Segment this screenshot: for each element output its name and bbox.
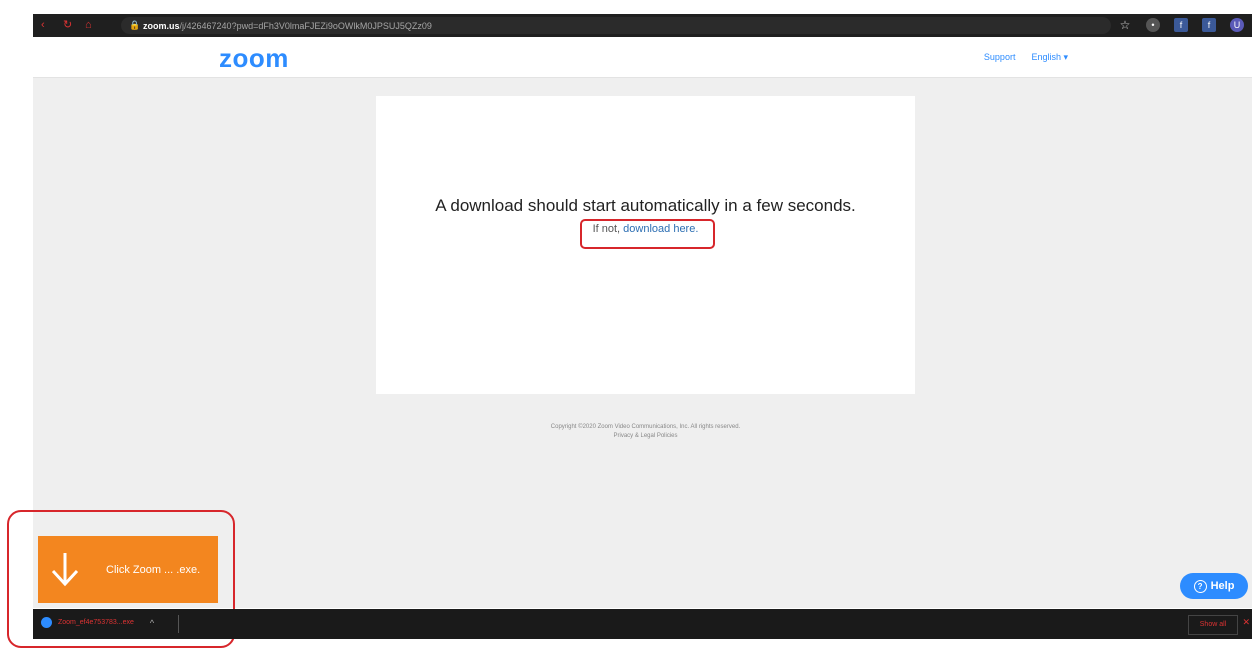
chevron-up-icon[interactable]: ^	[150, 618, 154, 628]
browser-nav: ‹ ↻ ⌂	[41, 19, 97, 31]
url-path: /j/426467240?pwd=dFh3V0lmaFJEZi9oOWlkM0J…	[179, 20, 432, 31]
download-message: A download should start automatically in…	[435, 196, 856, 215]
zoom-logo[interactable]: zoom	[219, 43, 289, 74]
privacy-link[interactable]: Privacy & Legal Policies	[376, 432, 915, 441]
question-icon: ?	[1193, 579, 1207, 593]
extension-icon[interactable]: •	[1146, 18, 1160, 32]
divider	[178, 615, 179, 633]
site-header: zoom Support English ▾	[33, 37, 1252, 78]
language-dropdown[interactable]: English ▾	[1031, 52, 1068, 63]
reload-icon[interactable]: ↻	[63, 19, 75, 31]
profile-avatar-icon[interactable]: U	[1230, 18, 1244, 32]
browser-toolbar: ‹ ↻ ⌂ 🔒 zoom.us /j/426467240?pwd=dFh3V0l…	[33, 14, 1252, 37]
copyright-text: Copyright ©2020 Zoom Video Communication…	[550, 424, 741, 430]
download-filename: Zoom_ef4e753783...exe	[58, 619, 134, 626]
facebook-icon[interactable]: f	[1174, 18, 1188, 32]
page-footer: Copyright ©2020 Zoom Video Communication…	[376, 423, 915, 441]
bookmark-star-icon[interactable]: ☆	[1118, 18, 1132, 32]
download-link-highlight	[580, 219, 715, 249]
download-shelf: Zoom_ef4e753783...exe ^ Show all ✕	[33, 609, 1252, 639]
url-host: zoom.us	[143, 20, 180, 31]
download-item[interactable]: Zoom_ef4e753783...exe ^	[41, 617, 154, 628]
extension-icons: ☆ • f f U	[1118, 18, 1244, 32]
zoom-file-icon	[41, 617, 52, 628]
help-button[interactable]: ? Help	[1180, 573, 1248, 599]
help-label: Help	[1210, 580, 1235, 592]
address-bar[interactable]: 🔒 zoom.us /j/426467240?pwd=dFh3V0lmaFJEZ…	[121, 17, 1111, 34]
header-links: Support English ▾	[984, 52, 1068, 63]
home-icon[interactable]: ⌂	[85, 19, 97, 31]
close-icon[interactable]: ✕	[1242, 617, 1250, 628]
back-icon[interactable]: ‹	[41, 19, 53, 31]
facebook-icon-2[interactable]: f	[1202, 18, 1216, 32]
support-link[interactable]: Support	[984, 52, 1016, 63]
lock-icon: 🔒	[129, 20, 141, 30]
show-all-button[interactable]: Show all	[1188, 615, 1238, 635]
